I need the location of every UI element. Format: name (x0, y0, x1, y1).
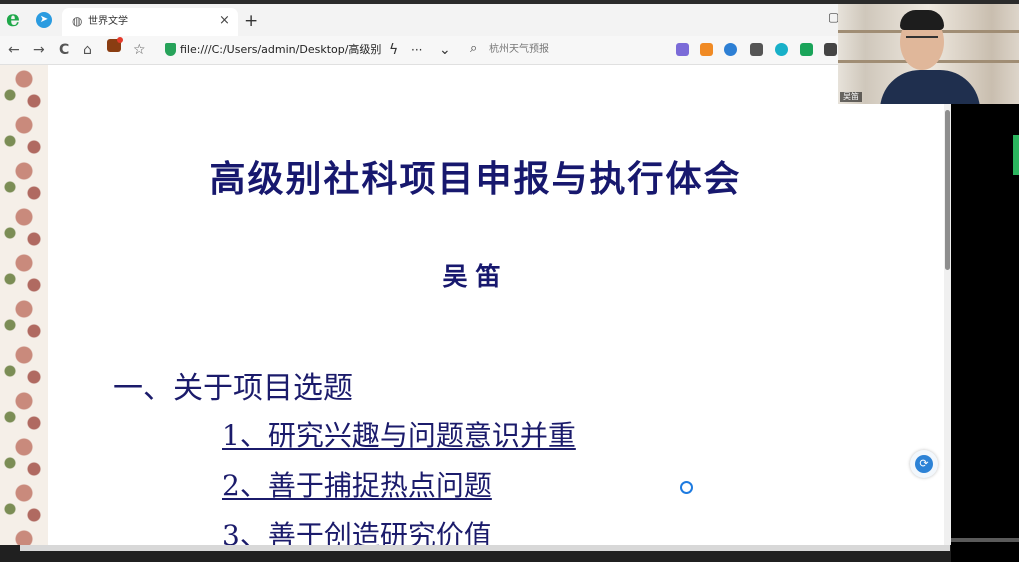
tab-title: 世界文学 (88, 16, 128, 27)
home-icon[interactable]: ⌂ (83, 41, 92, 59)
floating-assistant-button[interactable]: ⟳ (910, 450, 938, 478)
forward-icon[interactable]: → (33, 41, 45, 59)
slide-viewport: 高级别社科项目申报与执行体会 吴笛 一、关于项目选题 1、研究兴趣与问题意识并重… (0, 65, 951, 545)
refresh-icon[interactable]: C (59, 41, 69, 59)
topic-link-3[interactable]: 3、善于创造研究价值 (222, 518, 492, 545)
scissors-icon[interactable] (750, 43, 763, 56)
assistant-icon: ⟳ (915, 455, 933, 473)
close-icon[interactable]: × (219, 14, 230, 28)
side-indicator (1013, 135, 1019, 175)
topic-link-1[interactable]: 1、研究兴趣与问题意识并重 (222, 418, 576, 454)
chevron-down-icon[interactable]: ⌄ (439, 41, 451, 59)
translate-icon[interactable] (775, 43, 788, 56)
scrollbar-thumb[interactable] (945, 110, 950, 270)
slide-author: 吴笛 (442, 262, 509, 291)
participant-body (880, 70, 980, 104)
app-icon[interactable] (676, 43, 689, 56)
shield-icon[interactable] (165, 43, 176, 56)
floral-border (0, 65, 48, 545)
more-icon[interactable]: ··· (411, 41, 422, 59)
ie-logo-icon[interactable]: e (6, 7, 26, 31)
plus-icon[interactable]: + (244, 13, 258, 30)
wechat-icon[interactable] (800, 43, 813, 56)
address-input[interactable]: file:///C:/Users/admin/Desktop/高级别 (180, 43, 381, 57)
back-icon[interactable]: ← (8, 41, 20, 59)
participant-hair (900, 10, 944, 30)
telegram-icon[interactable]: ➤ (36, 12, 52, 28)
participant-glasses (906, 36, 938, 44)
section-heading: 一、关于项目选题 (113, 371, 353, 406)
participant-name: 吴笛 (840, 92, 862, 102)
horizontal-scrollbar[interactable] (20, 545, 950, 551)
lightning-icon[interactable]: ϟ (389, 41, 398, 59)
search-input[interactable]: 杭州天气预报 (489, 43, 549, 57)
pointer-cursor (680, 481, 693, 494)
search-icon[interactable]: ⌕ (470, 41, 477, 57)
tab-world-literature[interactable]: ◍ 世界文学 × (62, 8, 238, 36)
notification-dot (117, 37, 123, 43)
side-divider (951, 538, 1019, 542)
globe-icon: ◍ (72, 14, 83, 28)
slide-title: 高级别社科项目申报与执行体会 (209, 158, 742, 200)
grid-icon[interactable] (824, 43, 837, 56)
topic-link-2[interactable]: 2、善于捕捉热点问题 (222, 468, 492, 504)
magnifier-icon[interactable] (724, 43, 737, 56)
webcam-video: 吴笛 (838, 4, 1019, 104)
star-icon[interactable]: ☆ (133, 41, 146, 59)
game-icon[interactable] (700, 43, 713, 56)
